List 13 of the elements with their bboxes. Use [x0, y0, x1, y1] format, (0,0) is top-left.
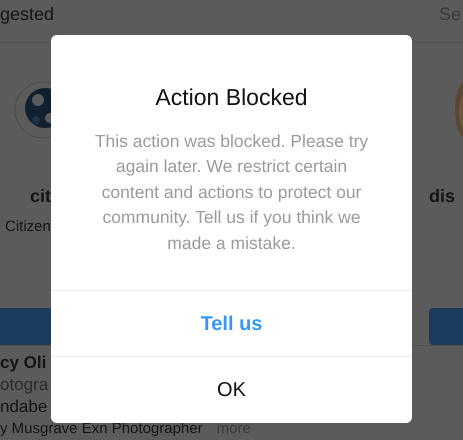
dialog-title: Action Blocked	[155, 83, 308, 112]
dialog-button[interactable]: OK	[51, 356, 412, 422]
follow-button[interactable]	[0, 308, 51, 346]
profile-line: ndabe	[0, 396, 48, 418]
suggestion-name: dis	[429, 185, 456, 208]
post-caption: y Musgrave Exn Photographer	[0, 419, 203, 439]
post-author: cy Oli	[0, 352, 46, 374]
dialog-message: This action was blocked. Please try again later. We restrict certain content and actions to protect our community. Tell us if you think we made a mistake.	[94, 130, 370, 254]
section-title: gested	[0, 2, 54, 26]
suggestion-subtitle: Citizen	[4, 217, 51, 238]
dialog-button[interactable]: Tell us	[51, 290, 412, 356]
follow-button[interactable]	[429, 308, 463, 346]
suggestion-name: cit	[30, 185, 51, 208]
